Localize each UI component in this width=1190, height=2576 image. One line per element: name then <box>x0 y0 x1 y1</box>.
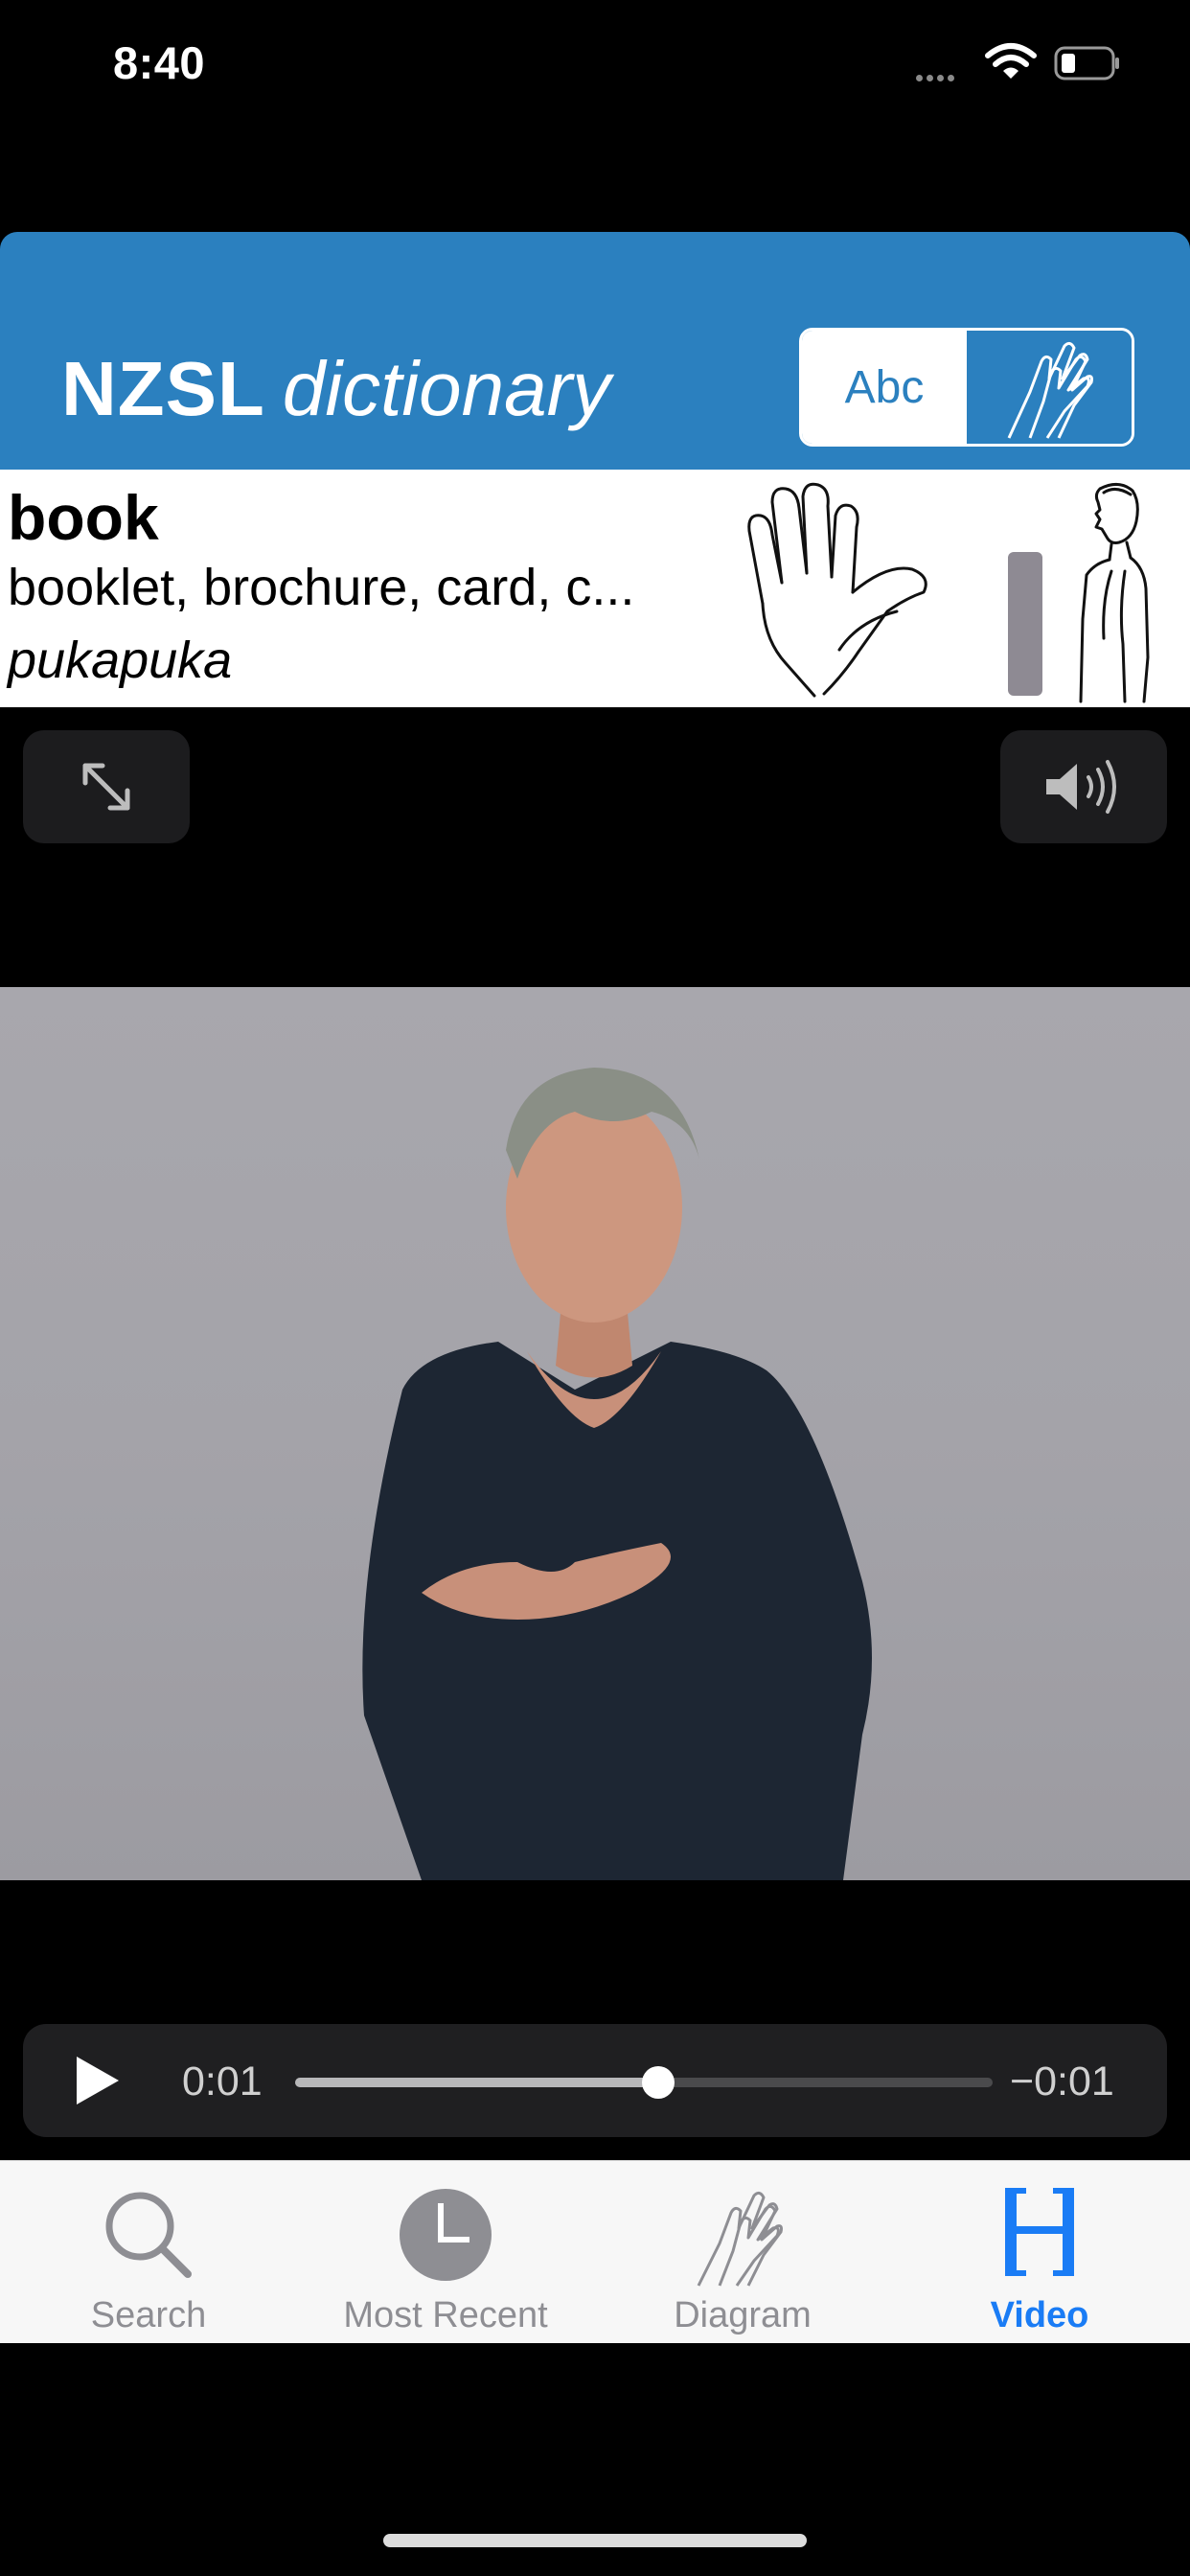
brand-name: NZSL <box>61 346 265 431</box>
battery-low-icon <box>1054 46 1119 80</box>
mute-button[interactable] <box>1000 730 1167 843</box>
clock-icon <box>400 2189 492 2281</box>
sign-view-button[interactable] <box>967 331 1132 444</box>
remaining-time: −0:01 <box>1010 2058 1114 2104</box>
play-icon[interactable] <box>77 2057 119 2104</box>
two-hands-sign-icon <box>1007 341 1093 439</box>
tab-search-label: Search <box>90 2295 207 2335</box>
speaker-icon <box>1046 760 1116 814</box>
progress-thumb[interactable] <box>641 2066 675 2099</box>
wifi-icon <box>985 43 1037 79</box>
signal-dots-icon <box>916 69 958 86</box>
video-player-bar: 0:01 −0:01 <box>23 2024 1167 2137</box>
tab-video-label: Video <box>990 2295 1089 2335</box>
entry-card[interactable]: book booklet, brochure, card, c... pukap… <box>0 470 1190 707</box>
status-time: 8:40 <box>113 37 206 88</box>
entry-maori: pukapuka <box>8 632 233 689</box>
app-logo: NZSL dictionary <box>61 345 610 433</box>
location-indicator <box>1008 552 1042 696</box>
text-view-button[interactable]: Abc <box>802 331 967 444</box>
elapsed-time: 0:01 <box>182 2058 263 2104</box>
sign-video[interactable] <box>0 987 1190 1880</box>
progress-slider[interactable] <box>295 2066 993 2099</box>
entry-glosses: booklet, brochure, card, c... <box>8 559 635 616</box>
handshape-diagram <box>747 482 927 698</box>
film-strip-icon <box>1005 2188 1074 2276</box>
signer-figure <box>362 1068 872 1880</box>
tab-diagram[interactable]: Diagram <box>594 2161 891 2343</box>
status-bar: 8:40 <box>0 0 1190 134</box>
progress-fill <box>295 2078 658 2087</box>
tab-bar: Search Most Recent Diagram Video <box>0 2160 1190 2343</box>
entry-word: book <box>8 482 159 553</box>
tab-most-recent-label: Most Recent <box>343 2295 548 2335</box>
location-diagram <box>1079 483 1150 703</box>
app-header: NZSL dictionary Abc <box>0 232 1190 470</box>
home-indicator[interactable] <box>383 2534 807 2547</box>
expand-arrows-icon <box>82 763 130 811</box>
tab-most-recent[interactable]: Most Recent <box>297 2161 594 2343</box>
brand-subtitle: dictionary <box>282 346 611 431</box>
tab-video[interactable]: Video <box>891 2161 1188 2343</box>
fullscreen-button[interactable] <box>23 730 190 843</box>
tab-diagram-label: Diagram <box>674 2295 812 2335</box>
hands-diagram-icon <box>697 2191 783 2287</box>
view-toggle: Abc <box>799 328 1134 447</box>
search-icon <box>105 2192 192 2278</box>
tab-search[interactable]: Search <box>0 2161 297 2343</box>
